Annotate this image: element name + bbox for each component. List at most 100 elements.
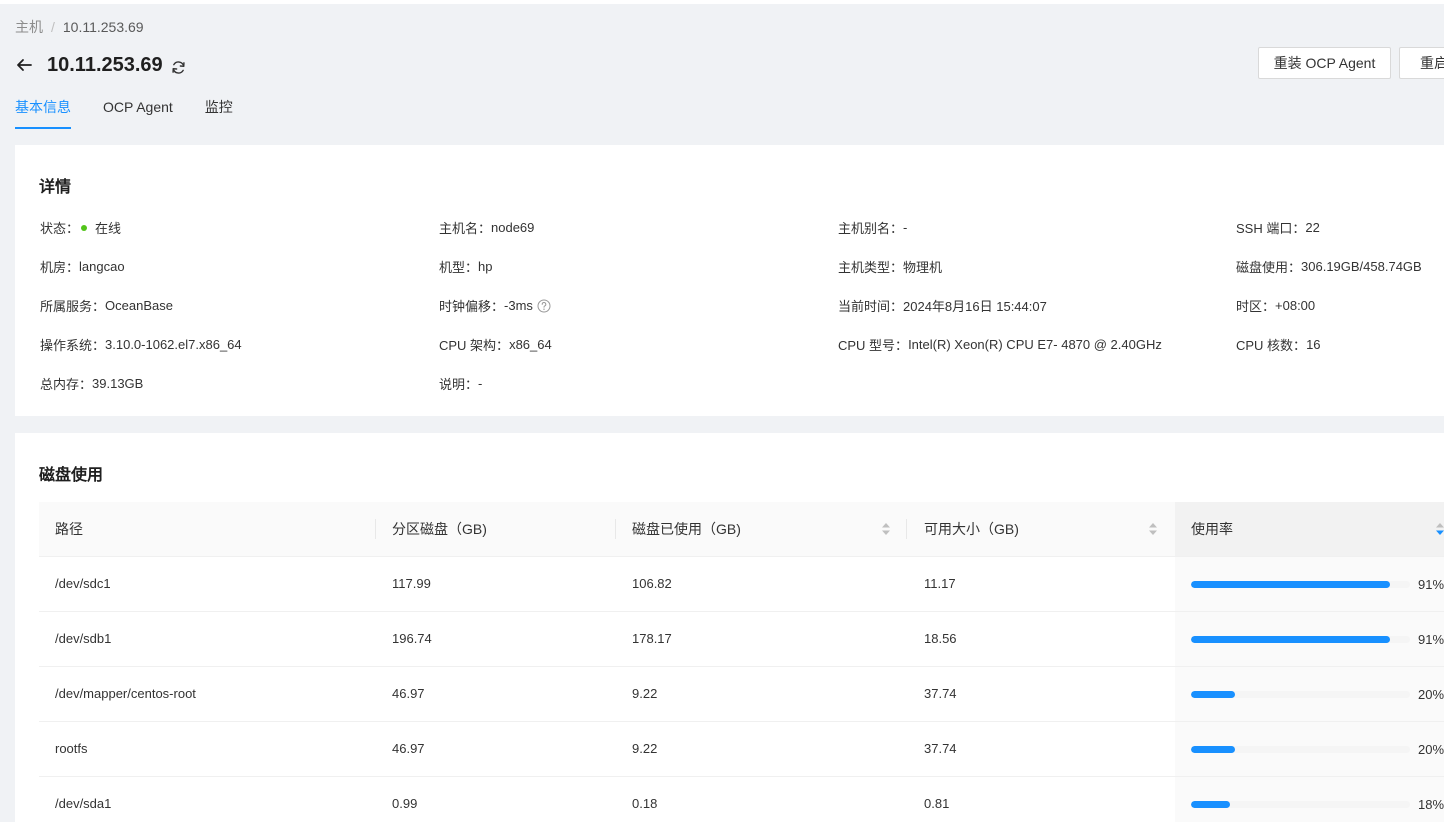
field-ssh-port: SSH 端口： 22 <box>1236 218 1320 237</box>
tab-monitor[interactable]: 监控 <box>205 93 233 129</box>
current-time-value: 2024年8月16日 15:44:07 <box>903 299 1047 314</box>
usage-progress-bar <box>1191 691 1410 698</box>
cell-path: /dev/sdb1 <box>55 631 112 646</box>
cell-usage: 91% <box>1418 577 1444 592</box>
cell-path: /dev/sda1 <box>55 796 112 811</box>
usage-progress-fill <box>1191 581 1391 588</box>
restart-button[interactable]: 重启 <box>1399 47 1444 79</box>
field-cpu-model: CPU 型号： Intel(R) Xeon(R) CPU E7- 4870 @ … <box>838 335 1162 354</box>
cpu-arch-value: x86_64 <box>509 337 552 352</box>
back-button[interactable] <box>15 56 33 74</box>
field-cpu-cores: CPU 核数： 16 <box>1236 335 1321 354</box>
table-row: /dev/mapper/centos-root 46.97 9.22 37.74… <box>39 667 1444 722</box>
usage-progress-fill <box>1191 691 1235 698</box>
current-time-label: 当前时间： <box>838 299 904 314</box>
cell-used: 178.17 <box>632 631 672 646</box>
breadcrumb-link-host[interactable]: 主机 <box>15 19 43 35</box>
column-header-available[interactable]: 可用大小（GB) <box>924 502 1019 556</box>
field-timezone: 时区： +08:00 <box>1236 296 1315 315</box>
host-type-label: 主机类型： <box>838 260 904 275</box>
field-hostname: 主机名： node69 <box>439 218 534 237</box>
alias-value: - <box>903 220 908 235</box>
breadcrumb-separator: / <box>51 19 55 35</box>
sort-desc-icon[interactable] <box>1435 522 1444 536</box>
field-idc: 机房： langcao <box>40 257 125 276</box>
field-cpu-arch: CPU 架构： x86_64 <box>439 335 552 354</box>
service-value: OceanBase <box>105 298 173 313</box>
memory-label: 总内存： <box>40 377 93 392</box>
cpu-model-label: CPU 型号： <box>838 338 909 353</box>
field-service: 所属服务： OceanBase <box>40 296 173 315</box>
usage-progress-fill <box>1191 636 1391 643</box>
cell-available: 37.74 <box>924 686 957 701</box>
usage-progress-bar <box>1191 636 1410 643</box>
cell-usage: 20% <box>1418 742 1444 757</box>
cell-available: 0.81 <box>924 796 950 811</box>
column-divider <box>615 519 616 539</box>
page-title: 10.11.253.69 <box>47 53 163 76</box>
status-value: 在线 <box>95 221 122 236</box>
sort-icon[interactable] <box>1148 522 1158 536</box>
os-value: 3.10.0-1062.el7.x86_64 <box>105 337 242 352</box>
table-row: /dev/sdc1 117.99 106.82 11.17 91% <box>39 557 1444 612</box>
idc-value: langcao <box>79 259 125 274</box>
cell-available: 37.74 <box>924 741 957 756</box>
cell-path: /dev/sdc1 <box>55 576 111 591</box>
disk-usage-label: 磁盘使用： <box>1236 260 1302 275</box>
breadcrumb: 主机 / 10.11.253.69 <box>15 17 144 37</box>
top-bar <box>0 0 1444 4</box>
column-header-used[interactable]: 磁盘已使用（GB) <box>632 502 741 556</box>
tab-bar: 基本信息 OCP Agent 监控 <box>15 93 265 129</box>
sorted-column-cell-bg <box>1175 777 1444 822</box>
cell-used: 0.18 <box>632 796 658 811</box>
idc-label: 机房： <box>40 260 80 275</box>
cpu-model-value: Intel(R) Xeon(R) CPU E7- 4870 @ 2.40GHz <box>908 337 1162 352</box>
column-divider <box>375 519 376 539</box>
field-memory: 总内存： 39.13GB <box>40 374 143 393</box>
usage-progress-bar <box>1191 581 1410 588</box>
sort-icon[interactable] <box>881 522 891 536</box>
cpu-cores-value: 16 <box>1306 337 1321 352</box>
column-header-usage[interactable]: 使用率 <box>1191 502 1233 556</box>
disk-usage-value: 306.19GB/458.74GB <box>1301 259 1422 274</box>
usage-progress-bar <box>1191 801 1410 808</box>
host-detail-page: 主机 / 10.11.253.69 10.11.253.69 重装 OCP Agen… <box>0 0 1444 822</box>
description-value: - <box>478 376 483 391</box>
breadcrumb-current: 10.11.253.69 <box>62 19 144 35</box>
description-label: 说明： <box>439 377 479 392</box>
detail-card: 详情 状态： 在线 主机名： node69 主机别名： - SSH 端口： 22… <box>15 145 1444 416</box>
timezone-label: 时区： <box>1236 299 1276 314</box>
cell-total: 46.97 <box>392 741 425 756</box>
usage-progress-fill <box>1191 746 1235 753</box>
reinstall-agent-button[interactable]: 重装 OCP Agent <box>1258 47 1391 79</box>
disk-usage-card: 磁盘使用 路径 分区磁盘（GB) 磁盘已使用（GB) 可用大小（GB) 使用率 … <box>15 433 1444 822</box>
cell-used: 9.22 <box>632 741 658 756</box>
column-header-path: 路径 <box>55 521 83 537</box>
refresh-icon <box>172 60 185 74</box>
field-host-type: 主机类型： 物理机 <box>838 257 942 276</box>
column-header-total: 分区磁盘（GB) <box>392 521 487 537</box>
cell-total: 196.74 <box>392 631 432 646</box>
help-circle-icon[interactable] <box>537 299 551 313</box>
disk-usage-title: 磁盘使用 <box>39 467 104 484</box>
ssh-port-label: SSH 端口： <box>1236 221 1306 236</box>
field-model: 机型： hp <box>439 257 492 276</box>
cell-path: /dev/mapper/centos-root <box>55 686 196 701</box>
field-current-time: 当前时间： 2024年8月16日 15:44:07 <box>838 296 1047 315</box>
cpu-cores-label: CPU 核数： <box>1236 338 1307 353</box>
refresh-button[interactable] <box>171 59 187 75</box>
disk-table: 路径 分区磁盘（GB) 磁盘已使用（GB) 可用大小（GB) 使用率 /dev/… <box>39 502 1444 822</box>
model-label: 机型： <box>439 260 479 275</box>
tab-basic-info[interactable]: 基本信息 <box>15 93 71 129</box>
cell-used: 9.22 <box>632 686 658 701</box>
cell-total: 117.99 <box>392 576 431 591</box>
tab-ocp-agent[interactable]: OCP Agent <box>103 93 173 129</box>
memory-value: 39.13GB <box>92 376 144 391</box>
column-divider <box>906 519 907 539</box>
clock-offset-value: -3ms <box>504 298 533 313</box>
host-type-value: 物理机 <box>903 260 943 275</box>
cell-available: 18.56 <box>924 631 957 646</box>
cell-usage: 91% <box>1418 632 1444 647</box>
alias-label: 主机别名： <box>838 221 904 236</box>
clock-offset-label: 时钟偏移： <box>439 299 505 314</box>
